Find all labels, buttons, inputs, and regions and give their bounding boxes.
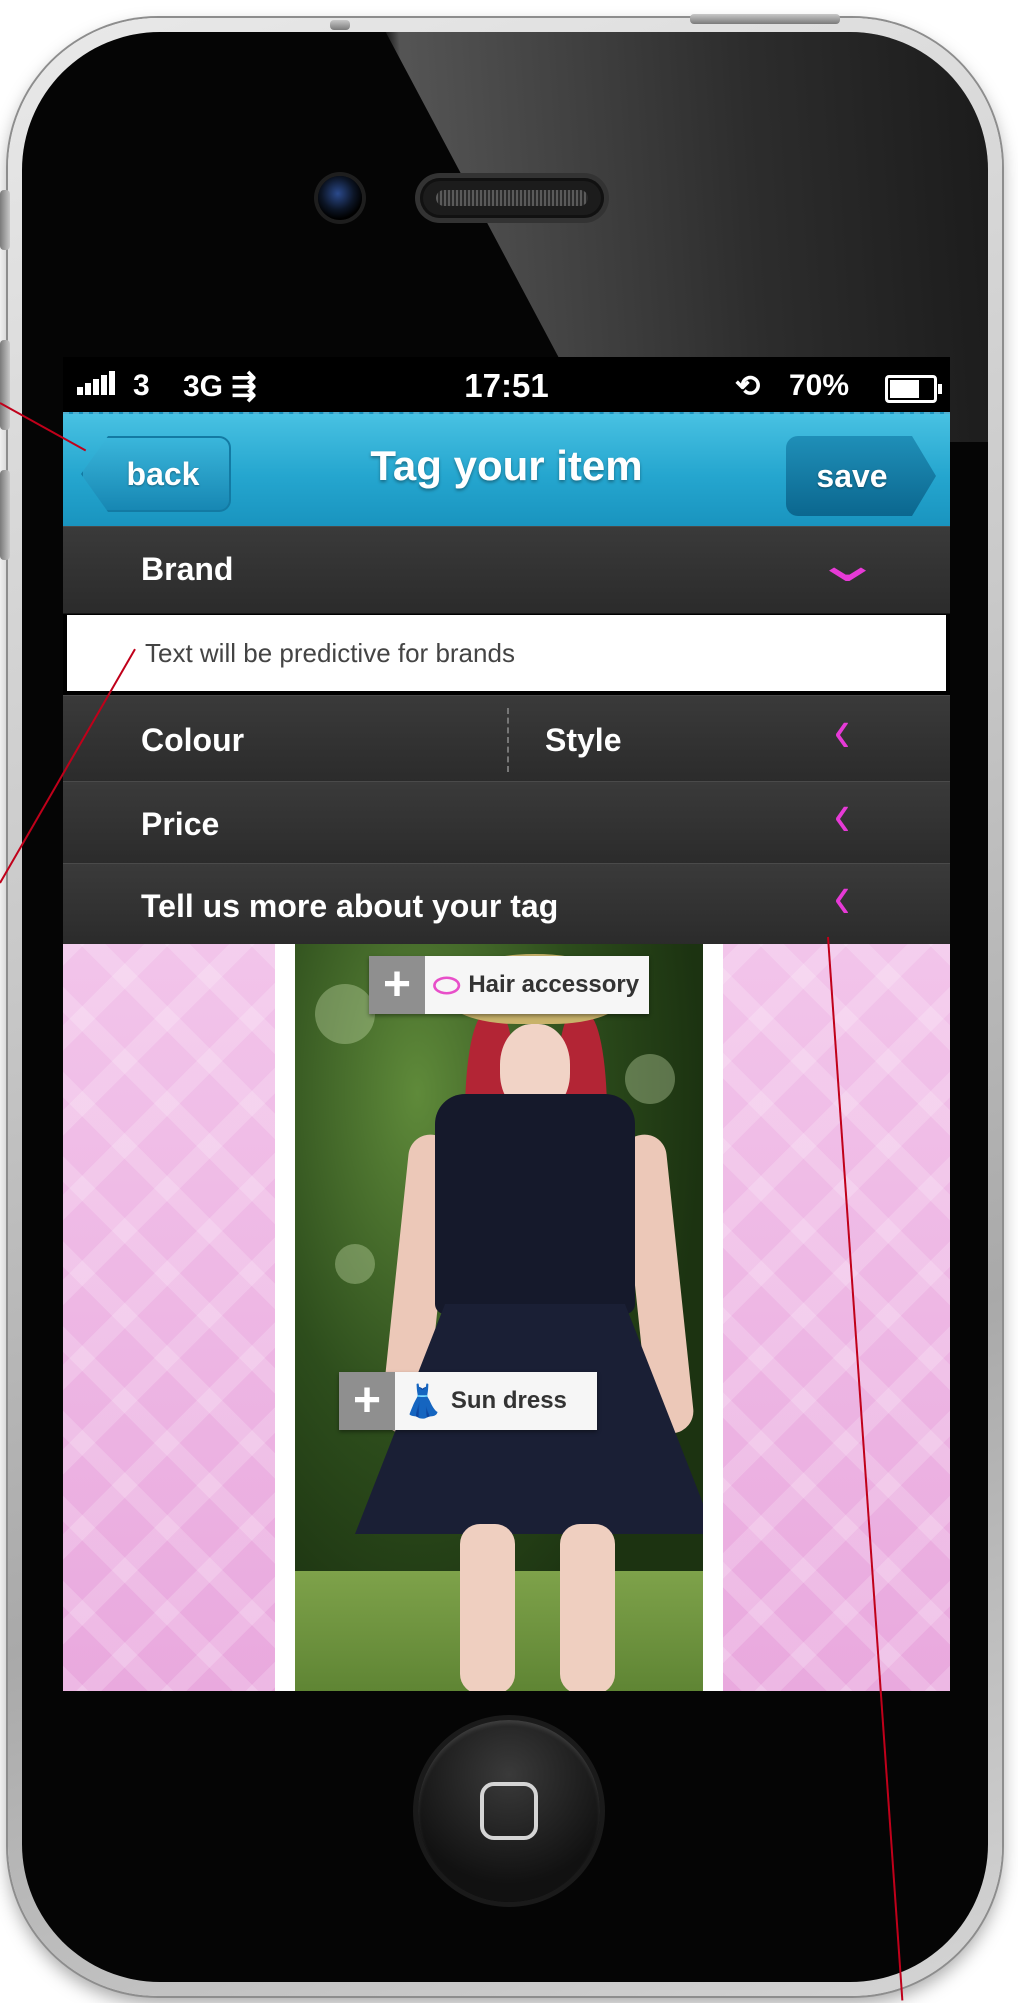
- colour-field[interactable]: Colour: [141, 722, 244, 759]
- power-button: [690, 14, 840, 24]
- earpiece-speaker: [420, 178, 604, 218]
- front-camera: [318, 176, 362, 220]
- battery-percent: 70%: [789, 369, 850, 402]
- brand-label: Brand: [141, 551, 234, 587]
- home-square-icon: [480, 1782, 538, 1840]
- colour-style-row: Colour Style ‹: [63, 695, 950, 783]
- tag-sun-dress[interactable]: + 👗 Sun dress: [339, 1372, 597, 1430]
- rotation-lock-icon: ⟲: [735, 370, 761, 403]
- volume-down-button: [0, 470, 10, 560]
- screen: 3 3G ⇶ 17:51 ⟲ 70% back Tag your item sa…: [63, 357, 950, 1691]
- tag-label: Sun dress: [450, 1387, 567, 1414]
- brand-input[interactable]: [67, 615, 946, 691]
- add-tag-button[interactable]: +: [339, 1372, 395, 1430]
- chevron-left-icon: ‹: [834, 863, 850, 932]
- style-field[interactable]: Style: [545, 722, 621, 759]
- photo-area: + ⬭ Hair accessory + 👗 Sun dress: [63, 944, 950, 1691]
- mute-switch: [0, 190, 10, 250]
- status-bar: 3 3G ⇶ 17:51 ⟲ 70%: [63, 357, 950, 412]
- column-divider: [507, 708, 509, 772]
- more-info-label: Tell us more about your tag: [141, 888, 559, 924]
- chevron-left-icon: ‹: [834, 781, 850, 850]
- save-button[interactable]: save: [786, 436, 936, 516]
- brand-row[interactable]: Brand ⌄: [63, 526, 950, 614]
- hair-accessory-icon: ⬭: [433, 967, 461, 1003]
- volume-up-button: [0, 340, 10, 430]
- add-tag-button[interactable]: +: [369, 956, 425, 1014]
- more-info-row[interactable]: Tell us more about your tag ‹: [63, 863, 950, 946]
- navigation-bar: back Tag your item save: [63, 412, 950, 526]
- battery-icon: [885, 375, 942, 403]
- sleep-button: [330, 20, 350, 30]
- dress-icon: 👗: [403, 1383, 443, 1419]
- price-row[interactable]: Price ‹: [63, 781, 950, 865]
- chevron-down-icon: ⌄: [811, 533, 884, 593]
- chevron-left-icon[interactable]: ‹: [834, 696, 850, 768]
- tagged-photo[interactable]: [295, 944, 703, 1691]
- tag-hair-accessory[interactable]: + ⬭ Hair accessory: [369, 956, 650, 1014]
- tag-label: Hair accessory: [468, 971, 640, 998]
- price-label: Price: [141, 806, 220, 842]
- home-button[interactable]: [418, 1720, 600, 1902]
- photo-frame: [275, 944, 723, 1691]
